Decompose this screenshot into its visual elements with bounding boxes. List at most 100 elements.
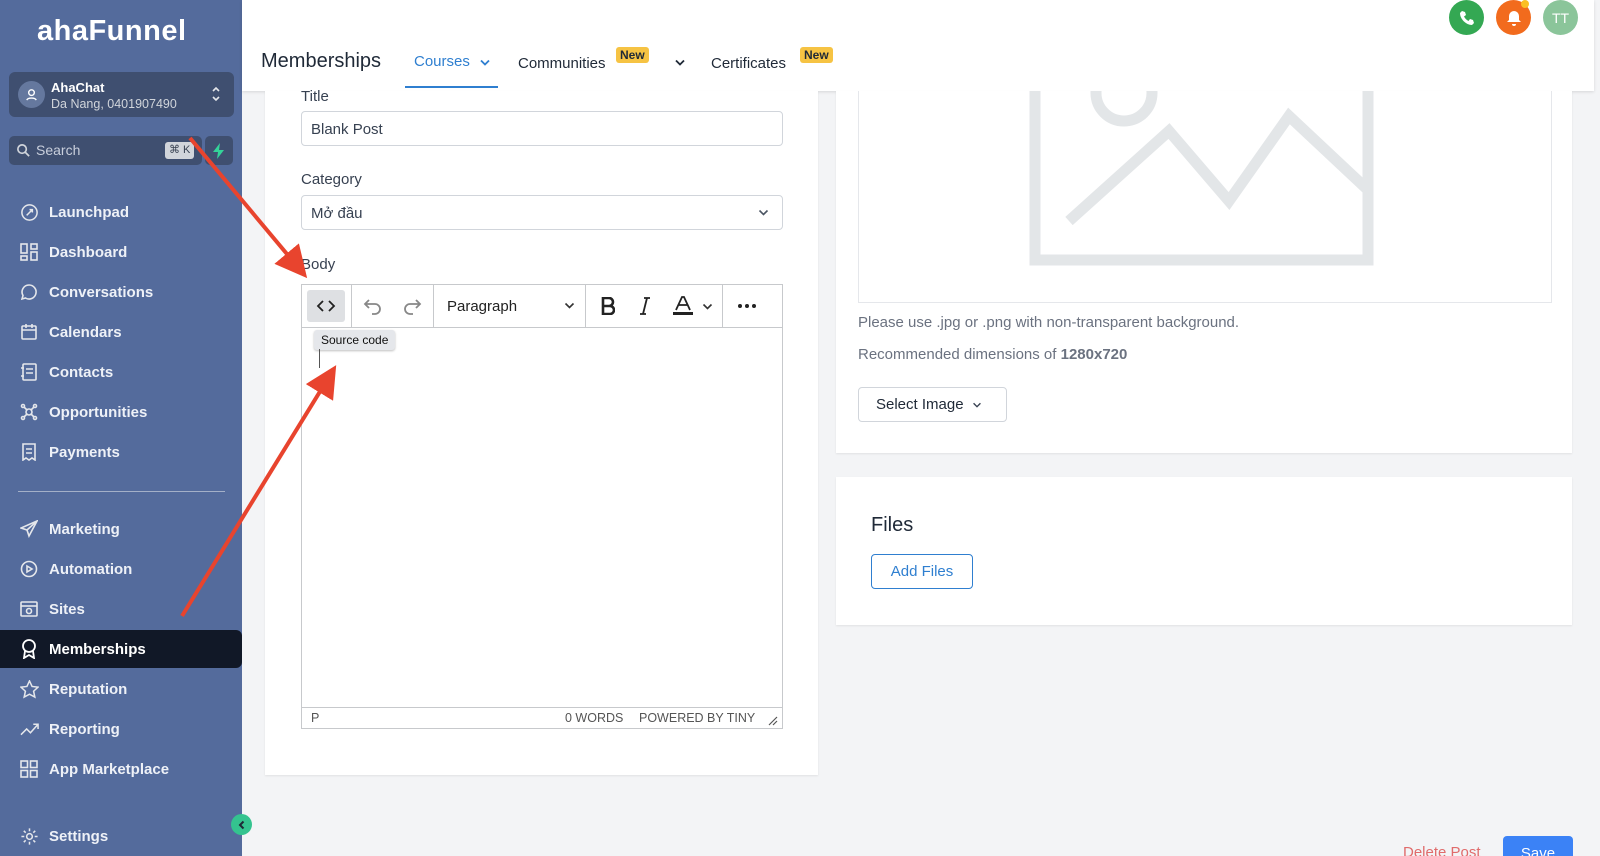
title-input[interactable]: Blank Post [301, 111, 783, 146]
category-value: Mở đầu [311, 205, 363, 222]
chevron-down-icon[interactable] [675, 59, 685, 66]
select-image-button[interactable]: Select Image [858, 387, 1007, 422]
sidebar-item-reporting[interactable]: Reporting [0, 710, 242, 748]
category-label: Category [301, 171, 362, 188]
sidebar-divider [18, 491, 225, 492]
sidebar-item-settings[interactable]: Settings [0, 817, 242, 855]
tab-courses[interactable]: Courses [414, 53, 490, 70]
editor-statusbar: P 0 WORDS POWERED BY TINY [302, 707, 782, 728]
resize-handle-icon[interactable] [768, 716, 778, 726]
text-caret [319, 349, 320, 368]
notification-dot [1521, 0, 1529, 8]
sidebar-item-label: Automation [49, 560, 133, 578]
top-bar: Memberships Courses Communities New Cert… [242, 0, 1594, 91]
add-files-button[interactable]: Add Files [871, 554, 973, 589]
delete-post-link[interactable]: Delete Post [1403, 844, 1481, 856]
save-button[interactable]: Save [1503, 836, 1573, 856]
tab-label: Courses [414, 53, 470, 70]
account-switcher[interactable]: AhaChat Da Nang, 0401907490 [9, 72, 234, 117]
dimensions-value: 1280x720 [1060, 346, 1128, 363]
dashboard-icon [19, 242, 39, 262]
sidebar-item-label: Marketing [49, 520, 120, 538]
logo: ahaFunnel [37, 15, 187, 47]
calendar-icon [19, 322, 39, 342]
undo-icon [363, 299, 381, 315]
contacts-book-icon [19, 362, 39, 382]
new-badge: New [800, 47, 833, 63]
sidebar-item-dashboard[interactable]: Dashboard [0, 233, 242, 271]
sidebar-item-label: Settings [49, 827, 109, 845]
image-placeholder-icon [1029, 91, 1374, 266]
location-avatar-icon [18, 81, 45, 108]
block-format-select[interactable]: Paragraph [438, 290, 583, 322]
search-input[interactable]: Search ⌘ K [9, 136, 202, 165]
bold-icon [601, 297, 615, 315]
files-title: Files [871, 514, 914, 536]
bold-button[interactable] [592, 290, 624, 322]
sites-icon [19, 599, 39, 619]
sidebar-item-label: Launchpad [49, 203, 130, 221]
sidebar-item-launchpad[interactable]: Launchpad [0, 193, 242, 231]
chevron-down-icon [480, 59, 490, 66]
source-code-button[interactable] [307, 290, 345, 322]
sidebar-item-marketing[interactable]: Marketing [0, 510, 242, 548]
chevron-left-icon [238, 820, 244, 829]
sidebar-item-label: Reporting [49, 720, 120, 738]
chevron-down-icon [758, 209, 769, 216]
phone-icon [1459, 10, 1474, 25]
italic-button[interactable] [629, 290, 661, 322]
search-icon [16, 143, 31, 158]
sidebar-item-reputation[interactable]: Reputation [0, 670, 242, 708]
source-code-tooltip: Source code [314, 330, 396, 350]
new-badge: New [616, 47, 649, 63]
image-placeholder[interactable] [858, 91, 1552, 303]
award-icon [19, 639, 39, 659]
element-path[interactable]: P [311, 711, 319, 725]
avatar[interactable]: TT [1543, 0, 1578, 35]
tab-communities[interactable]: Communities [518, 55, 606, 72]
quick-action-button[interactable] [205, 136, 233, 165]
rich-text-editor[interactable]: Paragraph Source code P 0 WORDS POWERED … [301, 284, 783, 729]
tab-certificates[interactable]: Certificates [711, 55, 786, 72]
sidebar-item-payments[interactable]: Payments [0, 433, 242, 471]
notifications-button[interactable] [1496, 0, 1531, 35]
phone-button[interactable] [1449, 0, 1484, 35]
sidebar-item-sites[interactable]: Sites [0, 590, 242, 628]
account-name: AhaChat [51, 80, 105, 95]
text-color-button[interactable] [666, 290, 718, 322]
select-image-label: Select Image [876, 396, 964, 413]
chevron-down-icon [972, 402, 981, 408]
automation-icon [19, 559, 39, 579]
italic-icon [640, 297, 650, 315]
collapse-sidebar-button[interactable] [231, 814, 252, 835]
sidebar-item-app-marketplace[interactable]: App Marketplace [0, 750, 242, 788]
image-dimensions-note: Recommended dimensions of 1280x720 [858, 346, 1127, 363]
sidebar-item-calendars[interactable]: Calendars [0, 313, 242, 351]
sidebar-item-label: Opportunities [49, 403, 148, 421]
active-tab-indicator [405, 86, 498, 88]
sidebar-item-memberships[interactable]: Memberships [0, 630, 242, 668]
word-count[interactable]: 0 WORDS [565, 711, 623, 725]
sidebar-item-opportunities[interactable]: Opportunities [0, 393, 242, 431]
post-form-card: Title Blank Post Category Mở đầu Body Pa… [265, 88, 818, 775]
redo-button[interactable] [396, 290, 428, 322]
sidebar-item-automation[interactable]: Automation [0, 550, 242, 588]
category-select[interactable]: Mở đầu [301, 195, 783, 230]
text-color-icon [672, 296, 693, 315]
sidebar-item-label: Dashboard [49, 243, 128, 261]
sidebar: ahaFunnel AhaChat Da Nang, 0401907490 Se… [0, 0, 242, 856]
powered-by-tiny[interactable]: POWERED BY TINY [639, 711, 755, 725]
sidebar-item-label: Payments [49, 443, 120, 461]
more-button[interactable] [730, 290, 764, 322]
sidebar-item-label: Contacts [49, 363, 114, 381]
toolbar-separator [433, 285, 434, 328]
trend-icon [19, 719, 39, 739]
toolbar-separator [351, 285, 352, 328]
page-title: Memberships [261, 50, 382, 72]
undo-button[interactable] [357, 290, 389, 322]
sidebar-item-conversations[interactable]: Conversations [0, 273, 242, 311]
sidebar-item-label: Memberships [49, 640, 146, 658]
files-card: Files Add Files [836, 477, 1572, 625]
sidebar-item-contacts[interactable]: Contacts [0, 353, 242, 391]
search-placeholder: Search [36, 142, 81, 158]
